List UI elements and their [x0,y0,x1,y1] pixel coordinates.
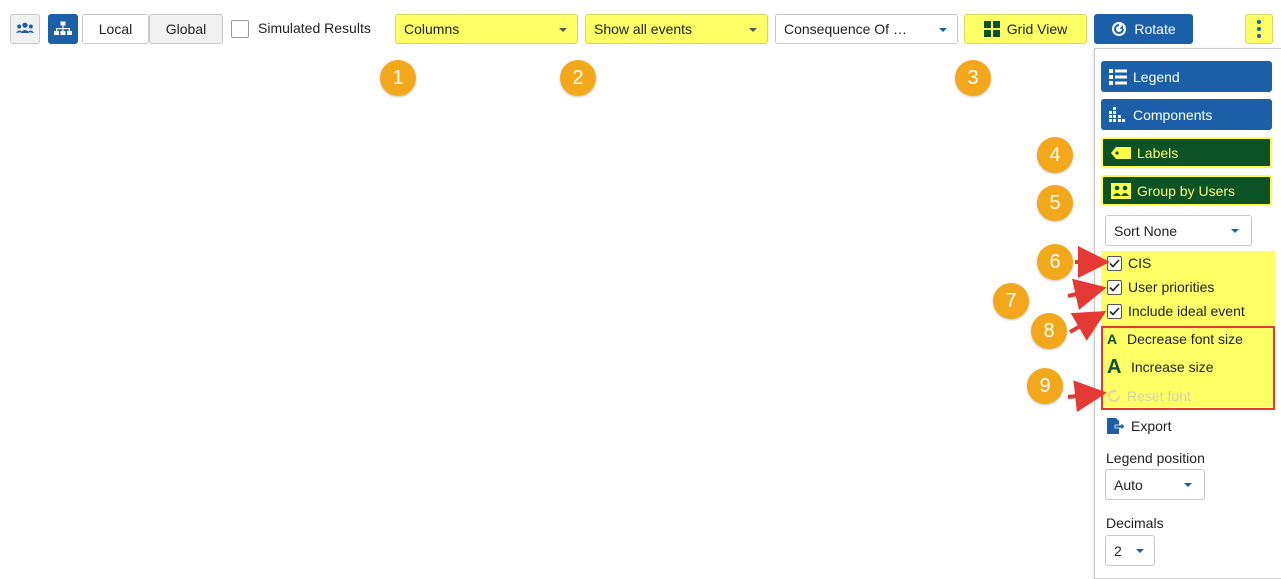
arrow-7 [1067,278,1107,310]
arrow-9 [1067,380,1107,413]
arrow-8 [1069,311,1107,341]
callout-arrows [1067,246,1110,413]
